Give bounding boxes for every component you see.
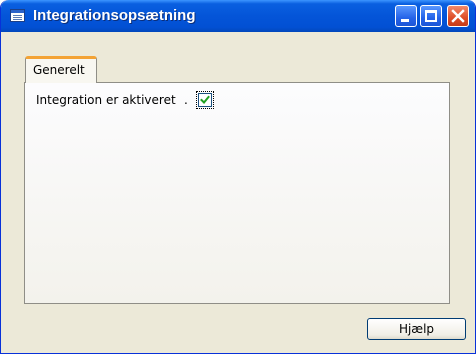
close-button[interactable]	[447, 5, 469, 27]
integration-enabled-label: Integration er aktiveret	[36, 93, 176, 107]
tab-label: Generelt	[33, 63, 85, 77]
title-bar[interactable]: Integrationsopsætning	[1, 0, 475, 32]
minimize-icon	[401, 19, 409, 22]
close-icon	[451, 9, 465, 23]
tab-generelt[interactable]: Generelt	[25, 56, 97, 83]
minimize-button[interactable]	[395, 5, 417, 27]
help-button[interactable]: Hjælp	[367, 318, 466, 340]
window-title: Integrationsopsætning	[33, 7, 196, 24]
checkmark-icon	[200, 95, 210, 104]
dialog-window: Integrationsopsætning Generelt Integrati…	[0, 0, 476, 354]
table-icon	[10, 9, 25, 22]
maximize-button[interactable]	[420, 5, 442, 27]
tab-panel	[24, 82, 450, 304]
integration-enabled-checkbox[interactable]	[196, 91, 214, 109]
label-separator: .	[184, 93, 188, 107]
maximize-icon	[425, 10, 437, 22]
